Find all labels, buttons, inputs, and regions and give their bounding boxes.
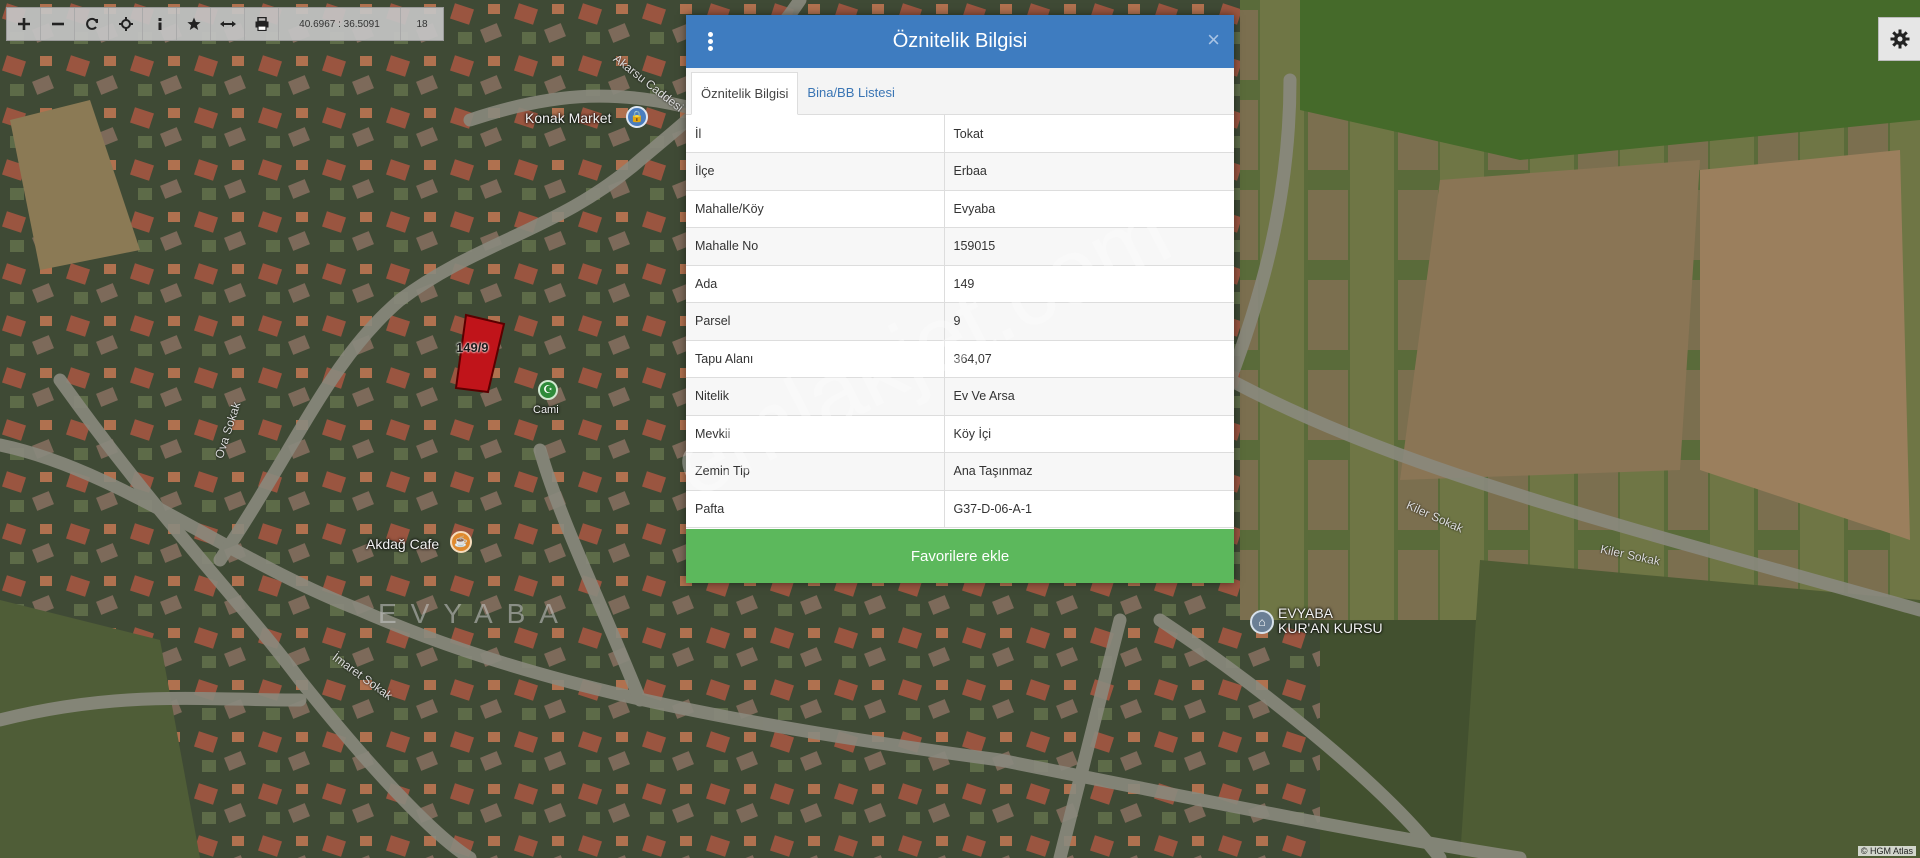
attribute-dialog: Öznitelik Bilgisi × Öznitelik Bilgisi Bi… xyxy=(686,15,1234,583)
zoom-out-button[interactable] xyxy=(41,8,75,40)
table-row: Mahalle No 159015 xyxy=(686,227,1234,266)
print-button[interactable] xyxy=(245,8,279,40)
refresh-button[interactable] xyxy=(75,8,109,40)
table-row: Tapu Alanı 364,07 xyxy=(686,340,1234,378)
attr-key: İl xyxy=(686,115,945,153)
attr-value: G37-D-06-A-1 xyxy=(944,490,1234,528)
attr-key: Mevkii xyxy=(686,415,945,453)
dialog-title: Öznitelik Bilgisi xyxy=(892,30,1028,52)
attr-key: Tapu Alanı xyxy=(686,340,945,378)
attr-key: Parsel xyxy=(686,302,945,341)
attr-value: 149 xyxy=(944,265,1234,303)
attr-value: 364,07 xyxy=(944,340,1234,378)
school-icon[interactable]: ⌂ xyxy=(1250,610,1274,634)
mosque-icon[interactable]: ☪ xyxy=(538,380,558,400)
table-row: İlçe Erbaa xyxy=(686,152,1234,191)
print-icon xyxy=(255,17,268,31)
map-attribution: © HGM Atlas xyxy=(1857,846,1916,856)
konak-market-label: Konak Market xyxy=(525,110,612,126)
measure-button[interactable] xyxy=(211,8,245,40)
attr-key: Nitelik xyxy=(686,377,945,416)
tab-attribute-info[interactable]: Öznitelik Bilgisi xyxy=(691,72,799,115)
favorites-button[interactable] xyxy=(177,8,211,40)
close-icon[interactable]: × xyxy=(1207,29,1220,51)
table-row: Ada 149 xyxy=(686,265,1234,303)
village-label: EVYABA xyxy=(378,598,572,629)
refresh-icon xyxy=(85,17,98,30)
parcel-label: 149/9 xyxy=(456,340,489,355)
cafe-icon[interactable]: ☕ xyxy=(450,531,472,553)
attr-value: Ana Taşınmaz xyxy=(944,452,1234,491)
attr-key: Pafta xyxy=(686,490,945,528)
attr-key: Ada xyxy=(686,265,945,303)
coordinate-readout: 40.6967 : 36.5091 xyxy=(279,8,401,40)
attribute-table: İl Tokat İlçe Erbaa Mahalle/Köy Evyaba Maha… xyxy=(686,115,1234,528)
attr-value: Evyaba xyxy=(944,190,1234,228)
attr-value: Erbaa xyxy=(944,152,1234,191)
attr-key: Mahalle No xyxy=(686,227,945,266)
minus-icon xyxy=(51,22,64,26)
locate-button[interactable] xyxy=(109,8,143,40)
kuran-kursu-line1: EVYABA xyxy=(1278,605,1333,621)
zoom-in-button[interactable] xyxy=(7,8,41,40)
attr-key: İlçe xyxy=(686,152,945,191)
shop-icon[interactable]: 🔒 xyxy=(626,106,648,128)
table-row: Mahalle/Köy Evyaba xyxy=(686,190,1234,228)
map-toolbar: 40.6967 : 36.5091 18 xyxy=(6,7,444,41)
table-row: Zemin Tip Ana Taşınmaz xyxy=(686,452,1234,491)
add-to-favorites-button[interactable]: Favorilere ekle xyxy=(686,529,1234,583)
table-row: Pafta G37-D-06-A-1 xyxy=(686,490,1234,528)
cami-label: Cami xyxy=(533,404,559,416)
measure-icon xyxy=(219,21,236,27)
settings-button[interactable] xyxy=(1878,17,1920,61)
attr-key: Mahalle/Köy xyxy=(686,190,945,228)
table-row: Parsel 9 xyxy=(686,302,1234,341)
info-button[interactable] xyxy=(143,8,177,40)
crosshair-icon xyxy=(118,17,133,31)
kebab-menu-icon[interactable] xyxy=(706,31,714,53)
attr-value: Tokat xyxy=(944,115,1234,153)
dialog-tabs: Öznitelik Bilgisi Bina/BB Listesi xyxy=(686,68,1234,115)
attr-value: Köy İçi xyxy=(944,415,1234,453)
dialog-header: Öznitelik Bilgisi × xyxy=(686,15,1234,68)
table-row: İl Tokat xyxy=(686,115,1234,153)
attr-key: Zemin Tip xyxy=(686,452,945,491)
akdag-cafe-label: Akdağ Cafe xyxy=(366,536,440,552)
kuran-kursu-line2: KUR'AN KURSU xyxy=(1278,620,1383,636)
kuran-kursu-label: EVYABA KUR'AN KURSU xyxy=(1278,606,1383,636)
attr-value: 9 xyxy=(944,302,1234,341)
gear-icon xyxy=(1890,29,1909,49)
zoom-level-readout: 18 xyxy=(416,18,428,30)
table-row: Mevkii Köy İçi xyxy=(686,415,1234,453)
tab-building-list[interactable]: Bina/BB Listesi xyxy=(798,71,903,114)
attr-value: 159015 xyxy=(944,227,1234,266)
table-row: Nitelik Ev Ve Arsa xyxy=(686,377,1234,416)
attr-value: Ev Ve Arsa xyxy=(944,377,1234,416)
star-icon xyxy=(186,17,201,30)
info-icon xyxy=(158,18,161,30)
plus-icon xyxy=(17,18,30,30)
